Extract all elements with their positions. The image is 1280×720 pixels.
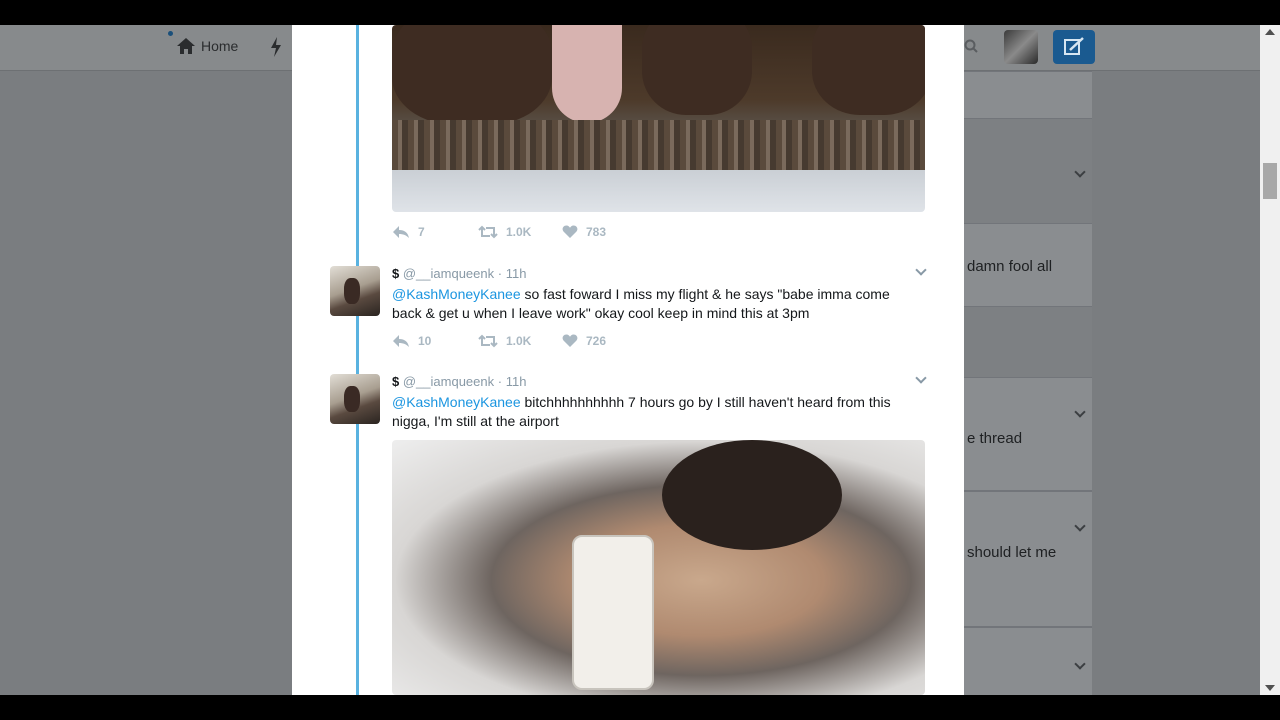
display-name[interactable]: $ (392, 266, 399, 281)
sidebar-snippet: damn fool all (967, 258, 1053, 275)
retweet-count: 1.0K (506, 225, 532, 239)
like-count: 783 (586, 225, 607, 239)
user-handle[interactable]: @__iamqueenk (403, 374, 494, 389)
compose-tweet-button[interactable] (1053, 30, 1095, 64)
sidebar-card[interactable]: should let me (964, 491, 1092, 627)
tweet-thread-modal: 7 1.0K 783 $ @__iamqueenk · 11h @KashMon… (292, 25, 964, 695)
tweet-action-bar: 10 1.0K 726 (392, 334, 606, 348)
phone-shape (572, 535, 654, 690)
scroll-down-arrow-icon[interactable] (1265, 685, 1275, 691)
timestamp[interactable]: 11h (506, 374, 527, 389)
page-scrollbar[interactable] (1260, 25, 1280, 695)
browser-viewport: Home damn fool all e thread should let m… (0, 25, 1280, 695)
right-sidebar: damn fool all e thread should let me (964, 71, 1092, 695)
scroll-up-arrow-icon[interactable] (1265, 29, 1275, 35)
fur-shape (642, 25, 752, 115)
reply-action[interactable]: 10 (392, 334, 478, 348)
compose-icon (1064, 37, 1084, 55)
reply-action[interactable]: 7 (392, 225, 478, 239)
retweet-count: 1.0K (506, 334, 532, 348)
home-icon (177, 38, 195, 54)
chevron-down-icon[interactable] (1074, 166, 1086, 178)
mention-link[interactable]: @KashMoneyKanee (392, 394, 521, 410)
sidebar-card[interactable] (964, 627, 1092, 695)
reply-count: 7 (418, 225, 425, 239)
thread-connector-line (356, 25, 359, 695)
sidebar-card (964, 71, 1092, 119)
sidebar-card[interactable]: e thread (964, 377, 1092, 491)
retweet-icon (478, 334, 498, 348)
retweet-icon (478, 225, 498, 239)
user-handle[interactable]: @__iamqueenk (403, 266, 494, 281)
chevron-down-icon[interactable] (1074, 658, 1086, 670)
tweet-header: $ @__iamqueenk · 11h (392, 266, 526, 281)
hair-shape (662, 440, 842, 550)
tweet-media-image[interactable] (392, 440, 925, 695)
vase-shape (552, 25, 622, 123)
granite-ledge (392, 120, 925, 170)
moments-bolt-icon[interactable] (270, 37, 282, 57)
nav-home-label: Home (201, 38, 239, 54)
chevron-down-icon[interactable] (1074, 406, 1086, 418)
sidebar-snippet: should let me (967, 544, 1057, 561)
retweet-action[interactable]: 1.0K (478, 334, 562, 348)
nav-home-link[interactable]: Home (176, 37, 238, 55)
fur-shape (392, 25, 552, 125)
tweet-action-bar: 7 1.0K 783 (392, 225, 606, 239)
tweet-text: @KashMoneyKanee bitchhhhhhhhhh 7 hours g… (392, 393, 922, 431)
heart-icon (562, 225, 578, 238)
reply-count: 10 (418, 334, 432, 348)
sidebar-card[interactable]: damn fool all (964, 223, 1092, 307)
separator: · (497, 266, 506, 281)
like-action[interactable]: 783 (562, 225, 606, 239)
tweet-media-image[interactable] (392, 25, 925, 212)
sidebar-snippet: e thread (967, 430, 1023, 447)
chevron-down-icon[interactable] (1074, 520, 1086, 532)
reply-icon (393, 335, 409, 347)
display-name[interactable]: $ (392, 374, 399, 389)
timestamp[interactable]: 11h (506, 266, 527, 281)
scroll-thumb[interactable] (1263, 163, 1277, 199)
fur-shape (812, 25, 925, 115)
tweet-item[interactable]: $ @__iamqueenk · 11h @KashMoneyKanee bit… (330, 372, 930, 434)
notification-dot (168, 31, 173, 36)
retweet-action[interactable]: 1.0K (478, 225, 562, 239)
avatar[interactable] (330, 266, 380, 316)
tweet-header: $ @__iamqueenk · 11h (392, 374, 526, 389)
profile-avatar[interactable] (1004, 30, 1038, 64)
mention-link[interactable]: @KashMoneyKanee (392, 286, 521, 302)
tweet-text: @KashMoneyKanee so fast foward I miss my… (392, 285, 922, 323)
reply-icon (393, 226, 409, 238)
like-count: 726 (586, 334, 607, 348)
chevron-down-icon[interactable] (915, 372, 927, 384)
search-icon[interactable] (964, 39, 978, 53)
separator: · (497, 374, 506, 389)
like-action[interactable]: 726 (562, 334, 606, 348)
heart-icon (562, 334, 578, 347)
avatar[interactable] (330, 374, 380, 424)
chevron-down-icon[interactable] (915, 264, 927, 276)
